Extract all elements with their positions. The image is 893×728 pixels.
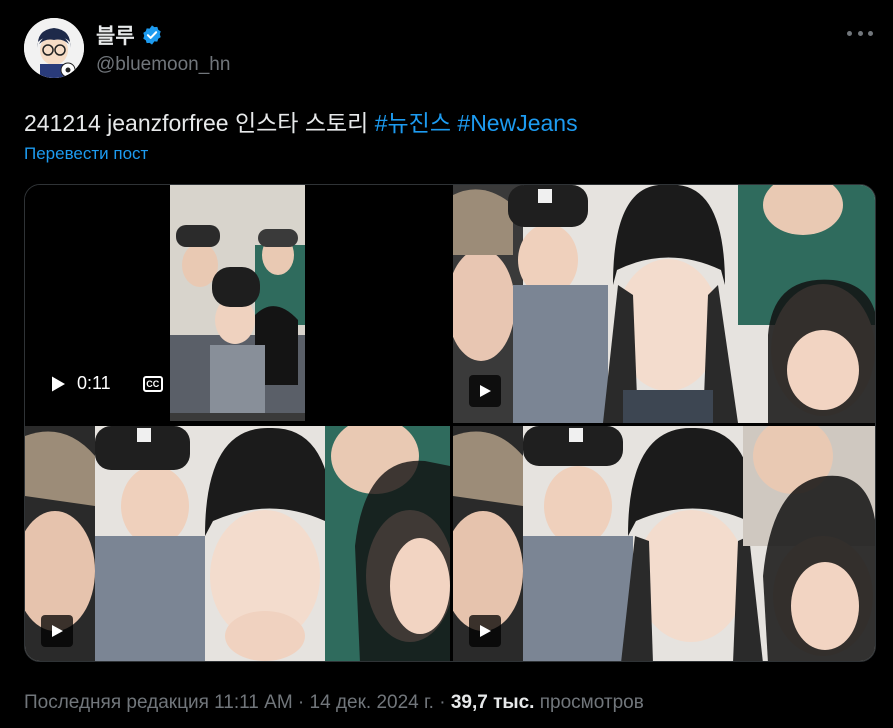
verified-badge-icon — [142, 25, 161, 45]
photo-scene — [453, 426, 875, 661]
author-name-row: 블루 — [96, 20, 163, 50]
tweet-body: 241214 jeanzforfree 인스타 스토리 — [24, 110, 375, 136]
post-date[interactable]: 14 дек. 2024 г. — [310, 692, 434, 713]
video-duration: 0:11 — [77, 373, 111, 393]
translate-post-link[interactable]: Перевести пост — [24, 144, 148, 164]
media-image[interactable] — [453, 185, 875, 423]
play-icon — [480, 625, 491, 637]
photo-scene — [453, 185, 875, 423]
author-handle[interactable]: @bluemoon_hn — [96, 54, 230, 76]
dot-icon — [868, 30, 873, 36]
photo-scene — [25, 426, 450, 661]
video-controls: 0:11 CC — [49, 373, 163, 394]
view-count: 39,7 тыс. — [450, 692, 535, 713]
play-icon — [480, 385, 491, 397]
media-grid: 0:11 CC — [24, 184, 876, 662]
more-options-icon[interactable] — [847, 22, 873, 44]
dot-icon — [857, 30, 863, 36]
closed-captions-icon[interactable]: CC — [142, 375, 163, 392]
video-player[interactable]: 0:11 CC — [25, 185, 450, 423]
author-display-name[interactable]: 블루 — [96, 20, 135, 50]
author-avatar[interactable] — [24, 18, 84, 78]
media-image[interactable] — [453, 426, 875, 661]
gif-play-button[interactable] — [469, 615, 501, 647]
gif-play-button[interactable] — [41, 615, 73, 647]
post-meta: Последняя редакция 11:11 AM · 14 дек. 20… — [24, 692, 644, 713]
media-image[interactable] — [25, 426, 450, 661]
edited-timestamp[interactable]: Последняя редакция 11:11 AM — [24, 692, 293, 713]
dot-icon — [847, 30, 852, 36]
views-label: просмотров — [539, 692, 644, 713]
gif-play-button[interactable] — [469, 375, 501, 407]
tweet-text: 241214 jeanzforfree 인스타 스토리 #뉴진스 #NewJea… — [24, 104, 578, 138]
hashtag-link[interactable]: #뉴진스 — [375, 110, 451, 136]
play-icon — [52, 625, 63, 637]
hashtag-link[interactable]: #NewJeans — [457, 110, 577, 136]
play-icon[interactable] — [49, 375, 67, 393]
video-thumbnail — [170, 185, 305, 421]
anime-avatar-icon — [24, 18, 84, 78]
